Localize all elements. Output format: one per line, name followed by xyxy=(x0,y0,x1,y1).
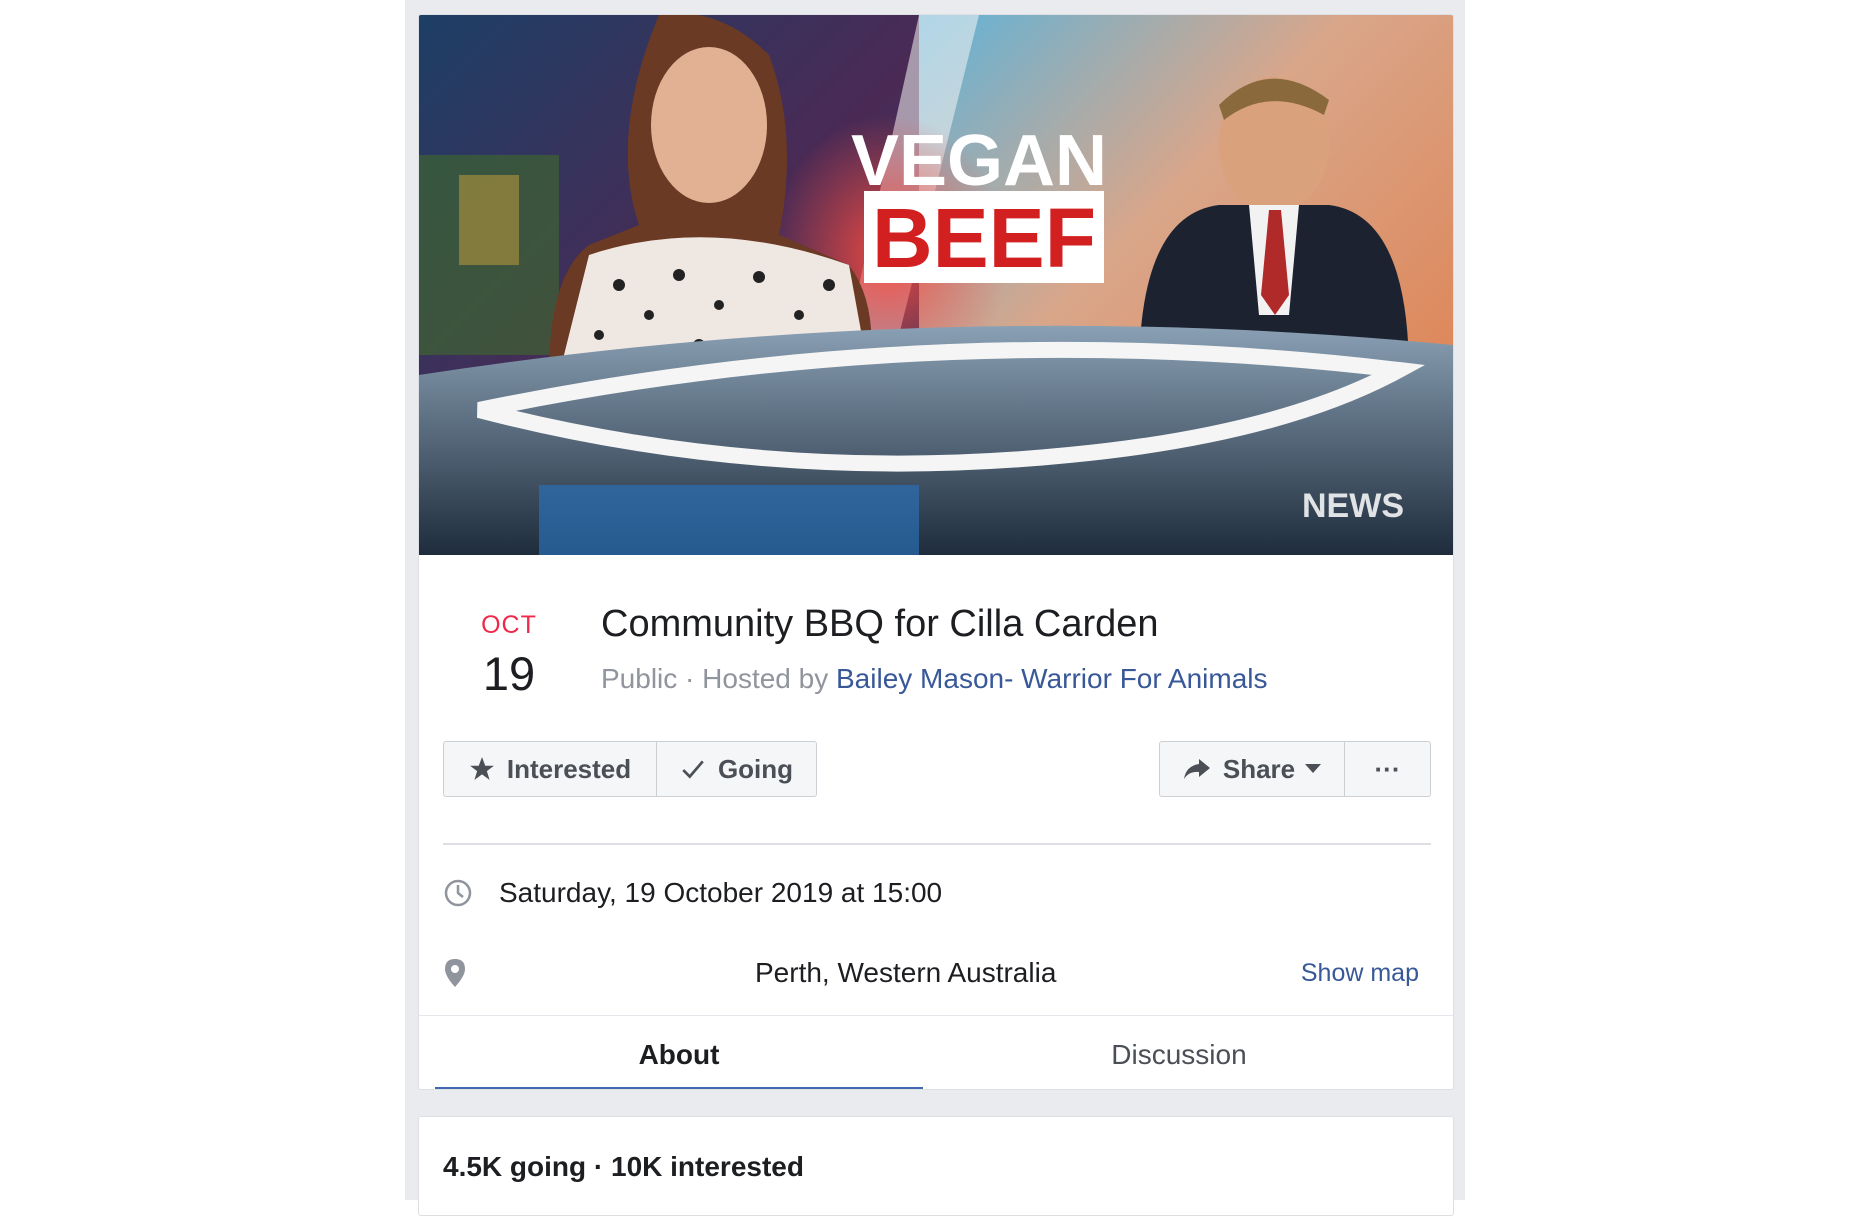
event-cover-image[interactable]: VEGAN BEEF NEWS xyxy=(419,15,1453,555)
event-privacy: Public xyxy=(601,663,678,694)
going-label: Going xyxy=(717,753,794,784)
event-month: OCT xyxy=(481,611,537,639)
tabs-divider xyxy=(419,1015,1453,1016)
checkmark-icon xyxy=(680,756,706,782)
share-button[interactable]: Share xyxy=(1160,742,1344,796)
tab-discussion[interactable]: Discussion xyxy=(923,1017,1435,1089)
going-button[interactable]: Going xyxy=(656,742,816,796)
event-card: VEGAN BEEF NEWS OCT 19 Community BBQ for… xyxy=(418,14,1454,1090)
host-link[interactable]: Bailey Mason- Warrior For Animals xyxy=(836,663,1268,694)
event-location-row: Perth, Western Australia Show map xyxy=(443,953,1431,993)
interested-label: Interested xyxy=(506,753,632,784)
interested-button[interactable]: Interested xyxy=(444,742,656,796)
cover-headline-bottom: BEEF xyxy=(872,191,1096,285)
tab-about[interactable]: About xyxy=(435,1017,923,1089)
header-divider xyxy=(443,843,1431,845)
more-options-button[interactable]: ··· xyxy=(1344,742,1430,796)
cover-watermark: NEWS xyxy=(1302,487,1404,525)
attendance-card: 4.5K going · 10K interested xyxy=(418,1116,1454,1216)
share-label: Share xyxy=(1222,753,1296,784)
share-arrow-icon xyxy=(1183,757,1211,781)
show-map-link[interactable]: Show map xyxy=(1301,959,1419,988)
event-tabs: About Discussion xyxy=(435,1017,1435,1089)
event-title[interactable]: Community BBQ for Cilla Carden xyxy=(601,603,1159,646)
caret-down-icon xyxy=(1305,764,1322,774)
more-options-label: ··· xyxy=(1374,753,1401,784)
event-day: 19 xyxy=(482,647,536,700)
event-datetime: Saturday, 19 October 2019 at 15:00 xyxy=(499,877,943,908)
share-button-group: Share ··· xyxy=(1159,741,1431,797)
event-date-block: OCT 19 xyxy=(459,611,559,701)
rsvp-button-group: Interested Going xyxy=(443,741,817,797)
location-pin-icon xyxy=(443,958,483,988)
star-icon xyxy=(469,756,495,782)
event-time-row: Saturday, 19 October 2019 at 15:00 xyxy=(443,873,1431,913)
event-location[interactable]: Perth, Western Australia xyxy=(755,957,1056,989)
clock-icon xyxy=(443,878,483,908)
attendance-summary[interactable]: 4.5K going · 10K interested xyxy=(443,1151,804,1183)
hosted-by-label: · Hosted by xyxy=(677,663,836,694)
cover-headline-top: VEGAN xyxy=(851,121,1107,201)
event-subtitle: Public · Hosted by Bailey Mason- Warrior… xyxy=(601,663,1268,695)
